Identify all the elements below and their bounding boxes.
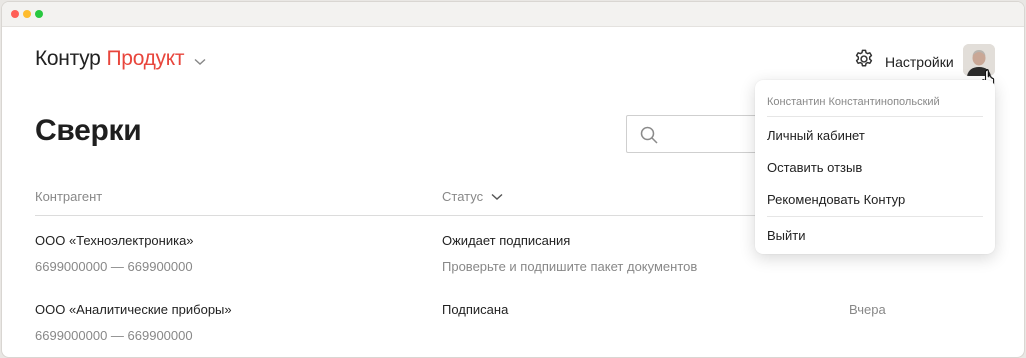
counterparty-name: ООО «Техноэлектроника» [35,233,194,248]
counterparty-name: ООО «Аналитические приборы» [35,302,232,317]
menu-item-personal-account[interactable]: Личный кабинет [767,128,865,143]
menu-item-logout[interactable]: Выйти [767,228,806,243]
counterparty-inn: 6699000000 — 669900000 [35,259,193,274]
chevron-down-icon [491,193,503,200]
menu-user-name: Константин Константинопольский [767,96,940,108]
menu-divider [767,216,983,217]
search-icon [639,125,659,150]
page-title: Сверки [35,114,142,147]
maximize-window-button[interactable] [35,10,43,18]
gear-icon [853,48,875,75]
menu-item-leave-feedback[interactable]: Оставить отзыв [767,160,862,175]
counterparty-inn: 6699000000 — 669900000 [35,328,193,343]
column-header-status[interactable]: Статус [442,189,503,204]
settings-label: Настройки [885,53,954,70]
column-header-counterparty[interactable]: Контрагент [35,189,102,204]
settings-button[interactable]: Настройки [853,48,954,75]
product-switcher[interactable]: Контур Продукт [35,46,206,72]
search-input[interactable] [626,115,766,153]
logo-kontur: Контур [35,47,101,70]
status-hint: Проверьте и подпишите пакет документов [442,259,698,274]
user-dropdown-menu: Константин Константинопольский Личный ка… [755,80,995,254]
window-titlebar [2,2,1024,27]
chevron-down-icon [194,48,206,72]
date-text: Вчера [849,302,886,317]
logo-product: Продукт [106,47,185,70]
menu-divider [767,116,983,117]
status-text: Подписана [442,302,509,317]
column-header-status-label: Статус [442,189,484,204]
status-text: Ожидает подписания [442,233,571,248]
minimize-window-button[interactable] [23,10,31,18]
close-window-button[interactable] [11,10,19,18]
browser-window: Контур Продукт Настройки Сверки Контраге… [1,1,1025,358]
menu-item-recommend-kontur[interactable]: Рекомендовать Контур [767,192,905,207]
